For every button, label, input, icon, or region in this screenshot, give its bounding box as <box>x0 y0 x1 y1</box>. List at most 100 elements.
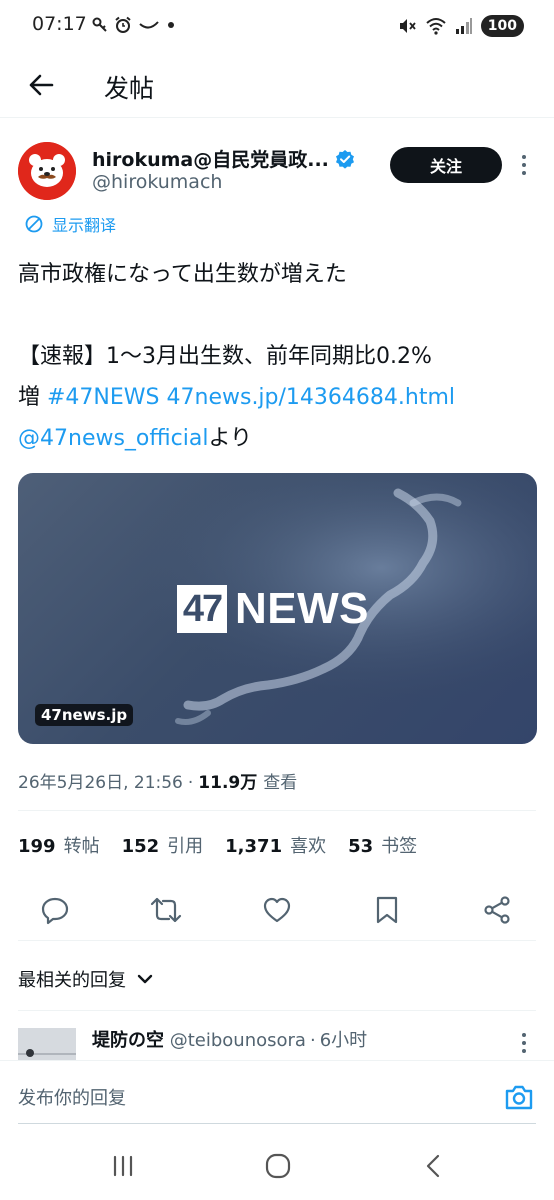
divider <box>18 940 536 941</box>
reply-author-handle[interactable]: @teibounosora <box>170 1030 306 1051</box>
chevron-down-icon <box>137 974 153 984</box>
author-name: hirokuma@自民党員政... <box>92 149 329 171</box>
more-options-button[interactable] <box>516 150 532 180</box>
tweet-author: hirokuma@自民党員政... @hirokumach 关注 <box>18 142 538 204</box>
share-button[interactable] <box>481 894 513 926</box>
quote-label[interactable]: 引用 <box>167 832 203 858</box>
home-icon <box>265 1153 291 1179</box>
mention-suffix: より <box>208 426 253 451</box>
tweet-line-3: 増 #47NEWS 47news.jp/14364684.html <box>18 377 538 418</box>
like-label[interactable]: 喜欢 <box>290 832 326 858</box>
reply-item[interactable]: 堤防の空 @teibounosora · 6小时 <box>18 1024 538 1060</box>
more-dots-icon <box>522 155 526 159</box>
reply-time: 6小时 <box>319 1030 368 1051</box>
tweet-line-4: @47news_officialより <box>18 418 538 459</box>
more-dot <box>522 171 526 175</box>
heart-icon <box>263 897 291 923</box>
repost-label[interactable]: 转帖 <box>64 832 100 858</box>
translate-label: 显示翻译 <box>52 216 117 235</box>
repost-icon <box>150 897 182 923</box>
more-dots-icon <box>522 1033 526 1037</box>
top-bar: 发帖 <box>0 52 554 118</box>
home-button[interactable] <box>258 1150 298 1182</box>
more-dot <box>522 1049 526 1053</box>
bookmark-icon <box>376 896 398 924</box>
logo-number: 47 <box>177 585 227 633</box>
status-time: 07:17 <box>32 13 87 35</box>
share-icon <box>484 896 510 924</box>
url-link[interactable]: 47news.jp/14364684.html <box>167 385 456 410</box>
bookmark-count[interactable]: 53 <box>348 836 373 857</box>
signal-icon <box>455 18 472 34</box>
status-right-icons: 100 <box>397 14 524 38</box>
quote-count[interactable]: 152 <box>122 836 160 857</box>
verified-badge-icon <box>335 149 354 169</box>
back-button[interactable] <box>22 66 60 104</box>
tweet-line-2: 【速報】1～3月出生数、前年同期比0.2% <box>18 344 432 369</box>
news-logo: 47 NEWS <box>177 584 369 634</box>
reply-button[interactable] <box>39 894 71 926</box>
tweet-actions <box>0 886 554 934</box>
mention-link[interactable]: @47news_official <box>18 426 208 451</box>
camera-icon <box>505 1085 533 1110</box>
author-name-row[interactable]: hirokuma@自民党員政... <box>92 145 355 172</box>
tweet-line-3-prefix: 増 <box>18 385 47 410</box>
meta-separator: · <box>187 773 194 793</box>
composer-underline <box>18 1123 536 1124</box>
tweet-meta: 26年5月26日, 21:56 · 11.9万 查看 <box>18 768 297 793</box>
translate-icon <box>25 215 43 233</box>
bookmark-label[interactable]: 书签 <box>381 832 417 858</box>
reply-sort-dropdown[interactable]: 最相关的回复 <box>18 966 154 992</box>
like-button[interactable] <box>261 894 293 926</box>
like-count[interactable]: 1,371 <box>225 836 282 857</box>
system-nav-bar <box>0 1132 554 1200</box>
reply-separator: · <box>309 1030 316 1051</box>
system-back-button[interactable] <box>413 1150 453 1182</box>
view-label: 查看 <box>263 773 298 793</box>
reply-more-button[interactable] <box>516 1028 532 1058</box>
reply-icon <box>41 897 69 925</box>
wifi-icon <box>426 18 446 35</box>
battery-indicator: 100 <box>480 15 524 37</box>
hashtag-link[interactable]: #47NEWS <box>47 385 160 410</box>
recent-apps-icon <box>113 1155 133 1177</box>
divider <box>18 1010 536 1011</box>
author-handle[interactable]: @hirokumach <box>92 171 222 193</box>
reply-header: 堤防の空 @teibounosora · 6小时 <box>92 1026 367 1052</box>
card-domain-badge: 47news.jp <box>35 704 134 726</box>
dot-icon <box>168 22 174 28</box>
more-dot <box>522 1041 526 1045</box>
view-count: 11.9万 <box>198 773 258 793</box>
translate-link[interactable]: 显示翻译 <box>24 212 116 236</box>
repost-count[interactable]: 199 <box>18 836 56 857</box>
status-bar: 07:17 100 <box>0 0 554 52</box>
tweet-line-1: 高市政権になって出生数が増えた <box>18 262 347 287</box>
reply-composer: 发布你的回复 <box>0 1060 554 1132</box>
camera-button[interactable] <box>502 1081 536 1113</box>
tweet-timestamp: 26年5月26日, 21:56 <box>18 773 183 793</box>
alarm-icon <box>115 16 131 33</box>
swoosh-icon <box>139 21 159 29</box>
tweet-stats: 199 转帖 152 引用 1,371 喜欢 53 书签 <box>18 832 439 858</box>
more-dot <box>522 163 526 167</box>
recent-apps-button[interactable] <box>103 1150 143 1182</box>
status-left-icons <box>92 14 176 36</box>
reply-author-name[interactable]: 堤防の空 <box>92 1030 164 1051</box>
follow-button[interactable]: 关注 <box>390 147 502 183</box>
bookmark-button[interactable] <box>371 894 403 926</box>
author-avatar[interactable] <box>18 142 76 200</box>
arrow-left-icon <box>29 74 54 96</box>
chevron-left-icon <box>426 1154 440 1178</box>
bear-avatar-icon <box>18 142 76 200</box>
reply-avatar[interactable] <box>18 1028 76 1060</box>
reply-input[interactable]: 发布你的回复 <box>18 1084 126 1110</box>
key-icon <box>92 17 107 32</box>
divider <box>18 810 536 811</box>
repost-button[interactable] <box>150 894 182 926</box>
logo-word: NEWS <box>235 584 369 633</box>
page-title: 发帖 <box>104 74 155 103</box>
mute-icon <box>399 19 416 33</box>
tweet-text: 高市政権になって出生数が増えた 【速報】1～3月出生数、前年同期比0.2% 増 … <box>18 254 538 459</box>
link-preview-card[interactable]: 47 NEWS 47news.jp <box>18 473 537 744</box>
